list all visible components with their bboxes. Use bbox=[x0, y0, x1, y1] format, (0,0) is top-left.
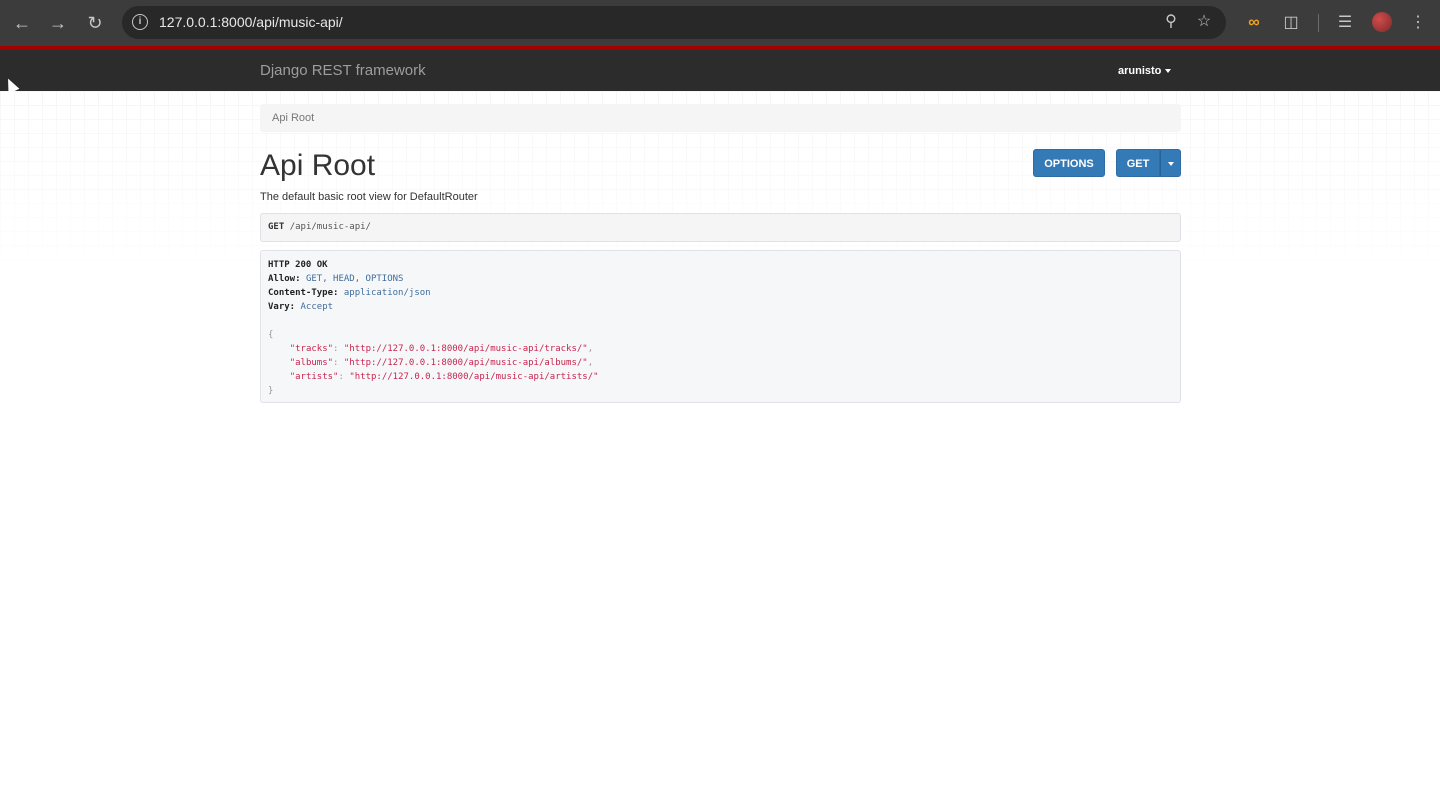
page-title: Api Root bbox=[260, 149, 376, 182]
zoom-icon[interactable]: ⚲ bbox=[1160, 11, 1182, 33]
forward-arrow-icon[interactable]: → bbox=[46, 11, 70, 35]
page-description: The default basic root view for DefaultR… bbox=[260, 191, 478, 203]
response-info: HTTP 200 OK Allow: GET, HEAD, OPTIONS Co… bbox=[260, 250, 1181, 403]
json-key: "albums" bbox=[289, 358, 334, 368]
json-key: "artists" bbox=[289, 372, 339, 382]
star-icon[interactable]: ☆ bbox=[1193, 11, 1215, 33]
infinity-extension-icon[interactable]: ∞ bbox=[1242, 11, 1266, 35]
info-icon[interactable]: i bbox=[132, 14, 148, 30]
url-text[interactable]: 127.0.0.1:8000/api/music-api/ bbox=[159, 14, 343, 30]
request-method: GET bbox=[268, 222, 285, 232]
drf-navbar: Django REST framework arunisto bbox=[0, 50, 1440, 91]
reload-icon[interactable]: ↻ bbox=[83, 11, 107, 35]
request-path: /api/music-api/ bbox=[289, 222, 371, 232]
address-bar[interactable]: i 127.0.0.1:8000/api/music-api/ ⚲ ☆ bbox=[122, 6, 1226, 39]
breadcrumb-item[interactable]: Api Root bbox=[272, 112, 314, 124]
brand-link[interactable]: Django REST framework bbox=[260, 62, 426, 79]
header-key: Allow: bbox=[268, 274, 301, 284]
json-link[interactable]: "http://127.0.0.1:8000/api/music-api/alb… bbox=[344, 358, 588, 368]
toolbar-separator bbox=[1318, 14, 1319, 32]
header-value: application/json bbox=[343, 288, 431, 298]
media-queue-icon[interactable]: ☰ bbox=[1333, 11, 1357, 35]
browser-toolbar: ← → ↻ i 127.0.0.1:8000/api/music-api/ ⚲ … bbox=[0, 0, 1440, 46]
response-status: HTTP 200 OK bbox=[268, 260, 328, 270]
get-button[interactable]: GET bbox=[1116, 149, 1160, 177]
header-value: GET, HEAD, OPTIONS bbox=[305, 274, 404, 284]
puzzle-extensions-icon[interactable]: ◫ bbox=[1279, 11, 1303, 35]
json-key: "tracks" bbox=[289, 344, 334, 354]
json-close-brace: } bbox=[268, 386, 274, 396]
header-value: Accept bbox=[300, 302, 334, 312]
caret-down-icon bbox=[1165, 69, 1172, 74]
profile-avatar[interactable] bbox=[1372, 12, 1392, 32]
content-container: Api Root Api Root The default basic root… bbox=[260, 104, 1181, 403]
kebab-menu-icon[interactable]: ⋮ bbox=[1406, 11, 1430, 35]
get-format-dropdown[interactable] bbox=[1160, 149, 1181, 177]
breadcrumb: Api Root bbox=[260, 104, 1181, 132]
json-link[interactable]: "http://127.0.0.1:8000/api/music-api/tra… bbox=[344, 344, 588, 354]
request-info: GET /api/music-api/ bbox=[260, 213, 1181, 242]
back-arrow-icon[interactable]: ← bbox=[10, 11, 34, 35]
caret-down-icon bbox=[1167, 162, 1174, 167]
user-name: arunisto bbox=[1118, 65, 1162, 77]
header-key: Vary: bbox=[268, 302, 296, 312]
json-link[interactable]: "http://127.0.0.1:8000/api/music-api/art… bbox=[349, 372, 598, 382]
header-key: Content-Type: bbox=[268, 288, 339, 298]
user-dropdown[interactable]: arunisto bbox=[1118, 65, 1172, 77]
options-button[interactable]: OPTIONS bbox=[1033, 149, 1105, 177]
json-open-brace: { bbox=[268, 330, 274, 340]
